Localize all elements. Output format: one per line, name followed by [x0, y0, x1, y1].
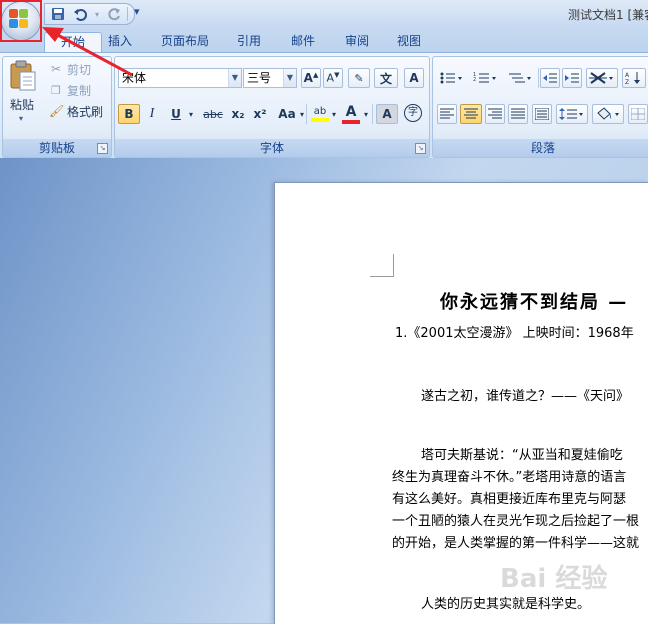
document-line: 一个丑陋的猿人在灵光乍现之后捡起了一根 [392, 514, 640, 529]
document-line: 塔可夫斯基说：“从亚当和夏娃偷吃 [421, 448, 623, 463]
margin-corner-mark [370, 254, 394, 277]
document-line: 有这么美好。真相更接近库布里克与阿瑟 [392, 492, 627, 507]
watermark-text: Bai 经验 [500, 564, 608, 594]
document-line: 的开始，是人类掌握的第一件科学——这就 [392, 536, 640, 551]
document-line: 1.《2001太空漫游》 上映时间：1968年 [395, 326, 634, 341]
document-line: 终生为真理奋斗不休。”老塔用诗意的语言 [392, 470, 627, 485]
document-line: 人类的历史其实就是科学史。 [421, 597, 591, 612]
document-line: 遂古之初，谁传道之？——《天问》 [421, 389, 630, 404]
document-heading: 你永远猜不到结局 — [440, 292, 629, 313]
